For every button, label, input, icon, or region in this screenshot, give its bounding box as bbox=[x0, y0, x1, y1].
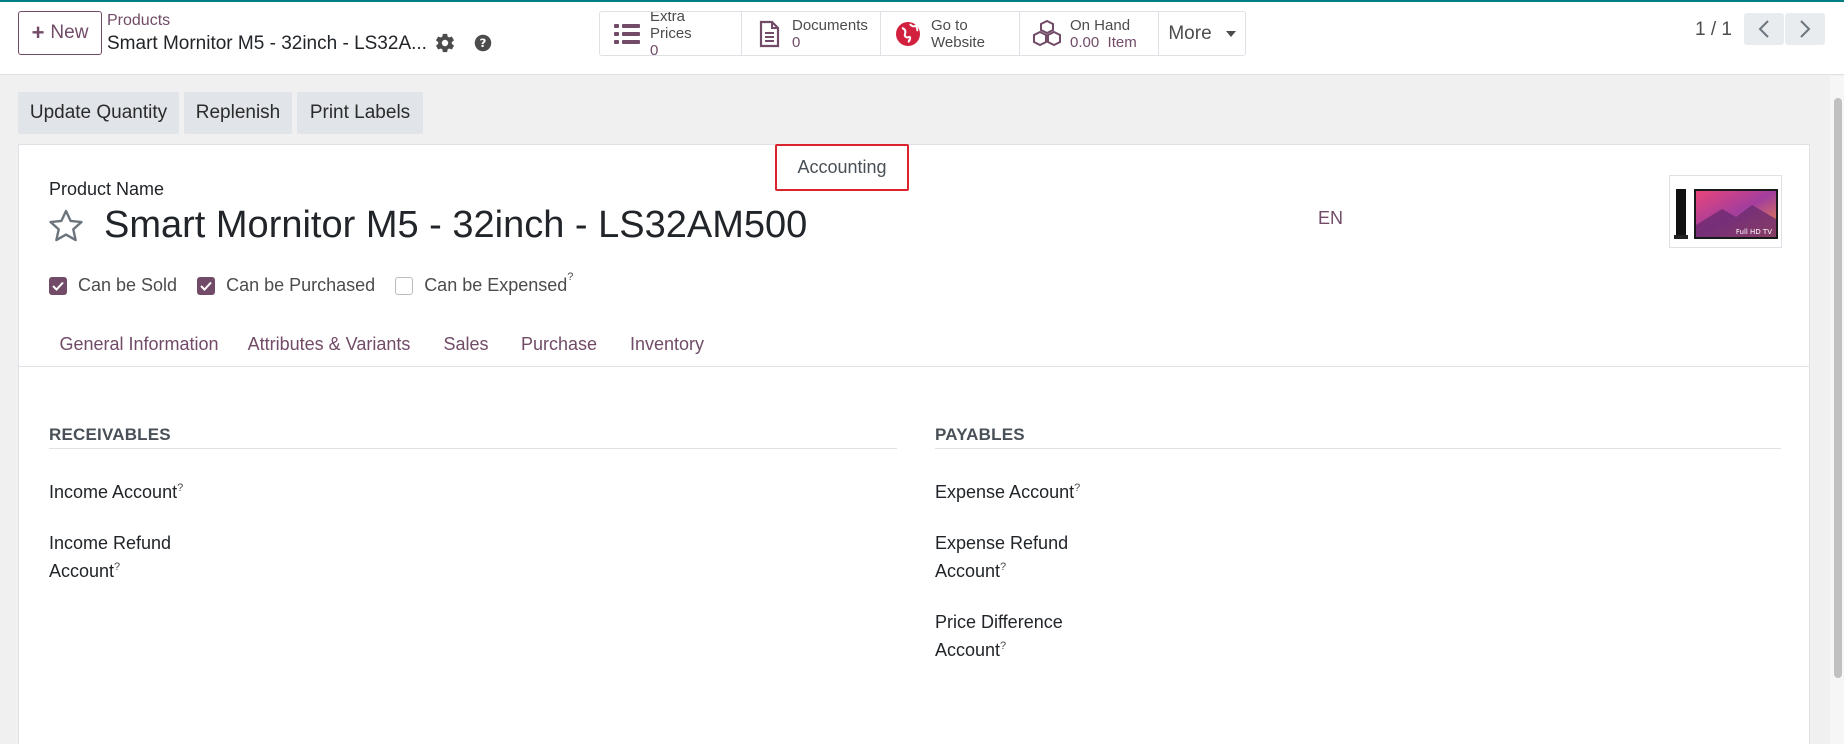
smart-buttons: Extra Prices 0 Documents 0 Go to Website… bbox=[599, 11, 1246, 56]
checkbox-checked-icon bbox=[197, 276, 216, 295]
more-label: More bbox=[1168, 22, 1212, 44]
extra-prices-button[interactable]: Extra Prices 0 bbox=[600, 12, 742, 55]
income-account-label: Income Account? bbox=[49, 482, 184, 502]
tab-inventory[interactable]: Inventory bbox=[619, 321, 715, 367]
help-tooltip-mark[interactable]: ? bbox=[1000, 561, 1006, 573]
form-sheet: Product Name Smart Mornitor M5 - 32inch … bbox=[18, 144, 1810, 744]
checkbox-checked-icon bbox=[49, 276, 67, 295]
on-hand-value: 0.00 Item bbox=[1070, 33, 1137, 51]
income-refund-account-label: Income Refund Account? bbox=[49, 533, 172, 581]
update-quantity-button[interactable]: Update Quantity bbox=[18, 92, 179, 134]
document-icon bbox=[759, 20, 780, 47]
price-difference-account-label: Price Difference Account? bbox=[935, 612, 1063, 660]
can-be-sold-checkbox[interactable]: Can be Sold bbox=[49, 275, 177, 296]
checkbox-unchecked-icon bbox=[395, 276, 414, 295]
can-be-sold-label: Can be Sold bbox=[78, 275, 178, 295]
tab-accounting[interactable]: Accounting bbox=[775, 144, 909, 191]
help-tooltip-mark[interactable]: ? bbox=[1074, 482, 1080, 494]
pager-value[interactable]: 1 / 1 bbox=[1695, 19, 1732, 41]
replenish-button[interactable]: Replenish bbox=[184, 92, 292, 134]
chevron-right-icon bbox=[1800, 20, 1811, 38]
star-icon[interactable] bbox=[47, 207, 85, 245]
extra-prices-value: 0 bbox=[650, 42, 659, 56]
control-panel: + New Products Smart Mornitor M5 - 32inc… bbox=[0, 2, 1844, 75]
tab-sales[interactable]: Sales bbox=[433, 321, 499, 367]
record-title: Smart Mornitor M5 - 32inch - LS32A... bbox=[107, 33, 427, 54]
can-be-expensed-checkbox[interactable]: Can be Expensed? bbox=[395, 271, 574, 296]
help-icon[interactable]: ? bbox=[472, 32, 494, 54]
list-icon bbox=[614, 23, 640, 44]
chevron-left-icon bbox=[1758, 20, 1769, 38]
help-tooltip-mark[interactable]: ? bbox=[177, 482, 183, 494]
svg-text:?: ? bbox=[480, 36, 487, 50]
receivables-divider bbox=[49, 448, 897, 449]
more-dropdown[interactable]: More bbox=[1159, 12, 1245, 55]
language-button[interactable]: EN bbox=[1318, 208, 1343, 229]
product-name-label: Product Name bbox=[49, 179, 165, 199]
new-button[interactable]: + New bbox=[18, 11, 102, 55]
globe-icon bbox=[896, 21, 920, 46]
help-tooltip-mark[interactable]: ? bbox=[1000, 640, 1006, 652]
gear-icon[interactable] bbox=[434, 32, 456, 54]
notebook-tabs: General Information Attributes & Variant… bbox=[19, 144, 1809, 367]
pager-previous-button[interactable] bbox=[1744, 13, 1784, 45]
new-button-label: New bbox=[50, 22, 89, 43]
print-labels-button[interactable]: Print Labels bbox=[297, 92, 423, 134]
on-hand-button[interactable]: On Hand 0.00 Item bbox=[1020, 12, 1159, 55]
product-name-field[interactable]: Smart Mornitor M5 - 32inch - LS32AM500 bbox=[104, 204, 807, 247]
documents-value: 0 bbox=[792, 33, 801, 51]
go-to-label: Go to bbox=[931, 16, 968, 34]
documents-button[interactable]: Documents 0 bbox=[742, 12, 881, 55]
product-image[interactable]: Full HD TV bbox=[1669, 175, 1782, 248]
help-tooltip-mark[interactable]: ? bbox=[114, 561, 120, 573]
go-to-website-button[interactable]: Go to Website bbox=[881, 12, 1020, 55]
cubes-icon bbox=[1033, 19, 1061, 46]
website-label: Website bbox=[931, 33, 985, 51]
tab-attributes-variants[interactable]: Attributes & Variants bbox=[237, 321, 421, 367]
breadcrumb-products[interactable]: Products bbox=[107, 12, 170, 30]
on-hand-label: On Hand bbox=[1070, 16, 1131, 34]
scrollbar-thumb[interactable] bbox=[1834, 98, 1842, 678]
expense-account-label: Expense Account? bbox=[935, 482, 1081, 502]
expense-refund-account-label: Expense Refund Account? bbox=[935, 533, 1069, 581]
payables-divider bbox=[935, 448, 1781, 449]
payables-section-title: PAYABLES bbox=[935, 425, 1025, 444]
image-caption: Full HD TV bbox=[1735, 228, 1771, 236]
help-tooltip-mark[interactable]: ? bbox=[567, 271, 573, 283]
caret-down-icon bbox=[1225, 30, 1236, 37]
plus-icon: + bbox=[31, 20, 45, 45]
can-be-purchased-checkbox[interactable]: Can be Purchased bbox=[197, 275, 375, 296]
can-be-expensed-label: Can be Expensed? bbox=[424, 271, 574, 295]
product-checkboxes: Can be Sold Can be Purchased Can be Expe… bbox=[49, 271, 593, 296]
tab-purchase[interactable]: Purchase bbox=[511, 321, 607, 367]
tab-general-information[interactable]: General Information bbox=[53, 321, 225, 367]
documents-label: Documents bbox=[792, 16, 868, 34]
can-be-purchased-label: Can be Purchased bbox=[226, 275, 376, 295]
extra-prices-label: Extra Prices bbox=[650, 11, 692, 42]
pager-next-button[interactable] bbox=[1785, 13, 1825, 45]
receivables-section-title: RECEIVABLES bbox=[49, 425, 171, 444]
tv-image-icon: Full HD TV bbox=[1673, 188, 1778, 239]
